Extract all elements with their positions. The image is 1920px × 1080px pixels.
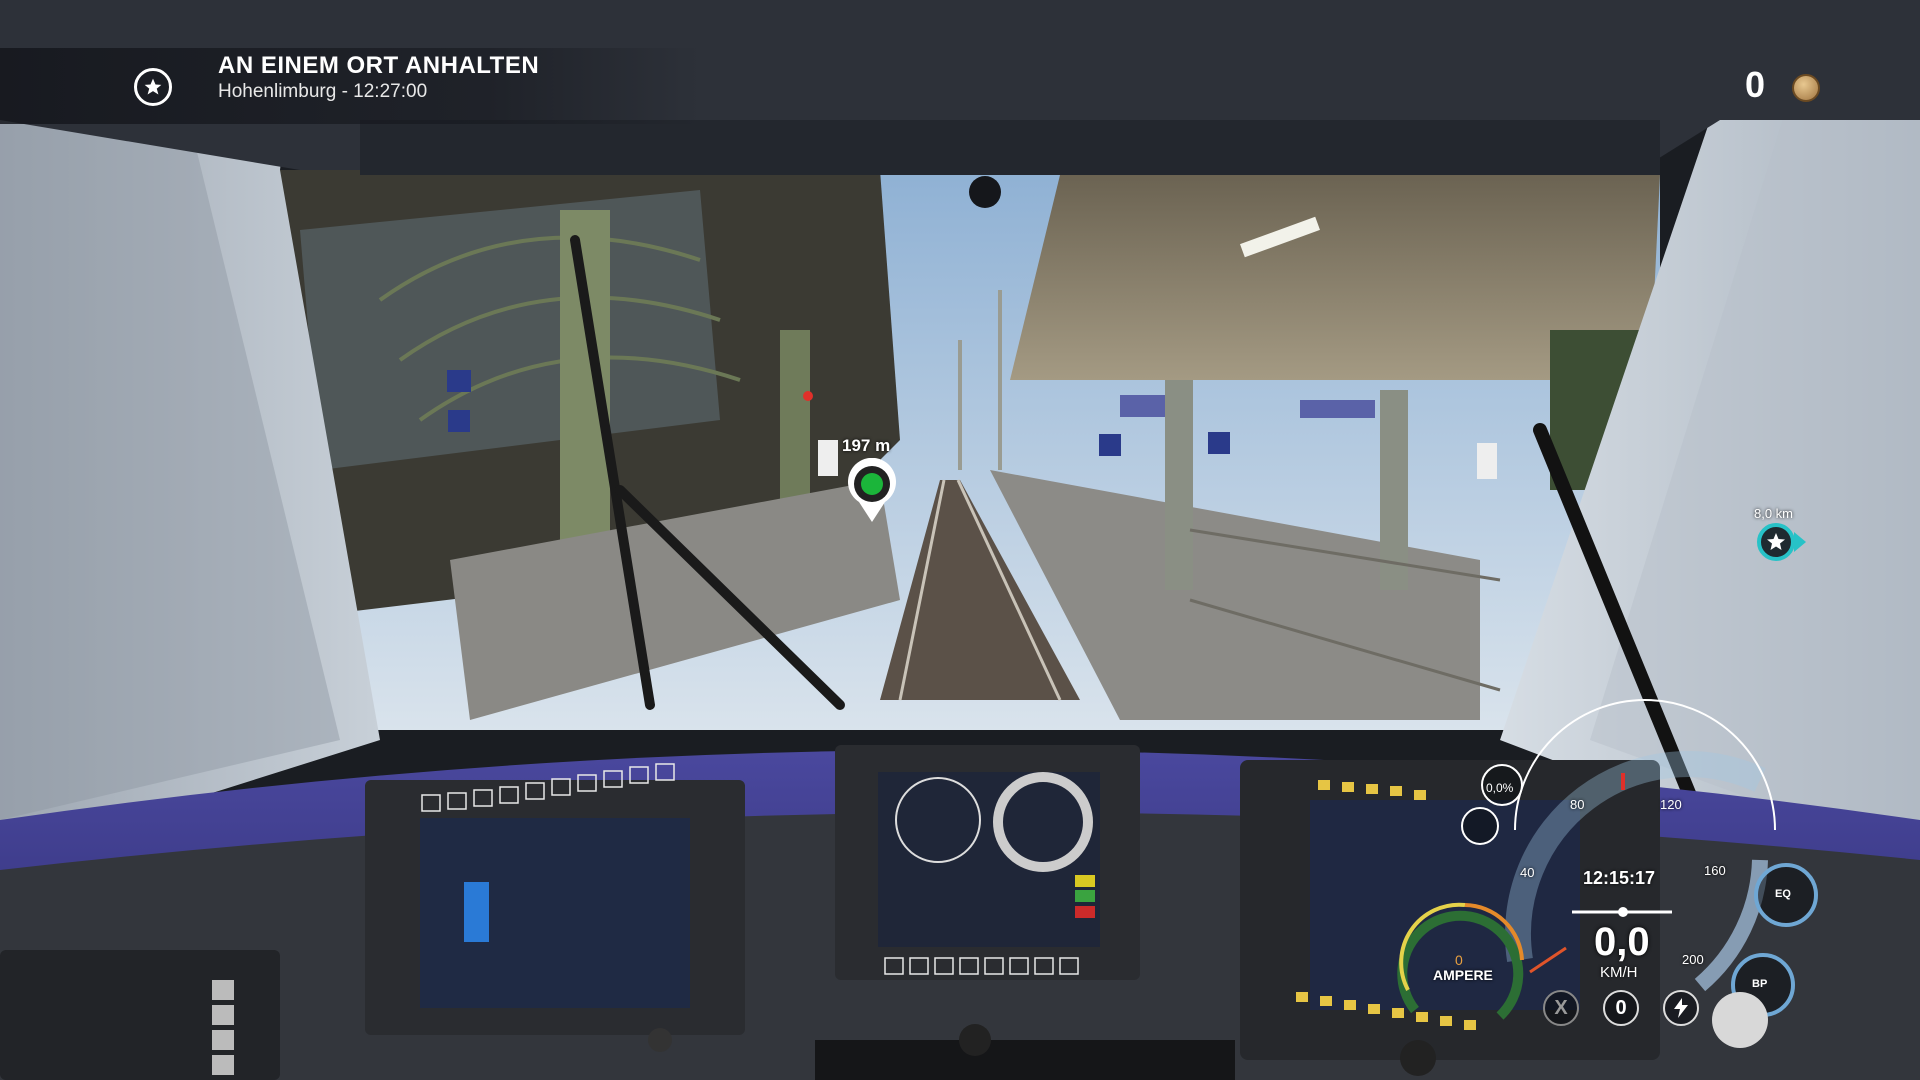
ampere-value: 0 [1455,952,1463,968]
offscreen-star-marker-icon [1756,522,1808,567]
cab-scene [0,0,1920,1080]
throttle-percentage: 0,0% [1486,781,1514,795]
speed-tick-160: 160 [1704,863,1726,878]
lightning-button[interactable] [1663,990,1699,1026]
objective-subtitle: Hohenlimburg - 12:27:00 [218,81,428,102]
coin-icon [1792,74,1820,102]
side-marker-distance: 8,0 km [1754,506,1794,521]
marker-distance: 197 m [842,436,891,455]
lightning-icon [1674,998,1688,1018]
speed-tick-40: 40 [1520,865,1535,880]
speed-readout: 0,0 [1594,920,1650,964]
speed-tick-120: 120 [1660,797,1682,812]
speed-tick-200: 200 [1682,952,1704,967]
game-clock: 12:15:17 [1583,868,1656,888]
bp-gauge-label: BP [1752,978,1768,990]
speed-tick-80: 80 [1570,797,1585,812]
score-value: 0 [1745,64,1766,105]
cancel-x-button[interactable]: X [1543,990,1579,1026]
speed-unit: KM/H [1600,964,1638,981]
location-pin-icon [845,457,899,529]
ampere-label: AMPERE [1433,967,1493,983]
star-icon [134,68,172,106]
objective-title: AN EINEM ORT ANHALTEN [218,52,540,79]
counter-button[interactable]: 0 [1603,990,1639,1026]
eq-gauge-label: EQ [1775,888,1791,900]
